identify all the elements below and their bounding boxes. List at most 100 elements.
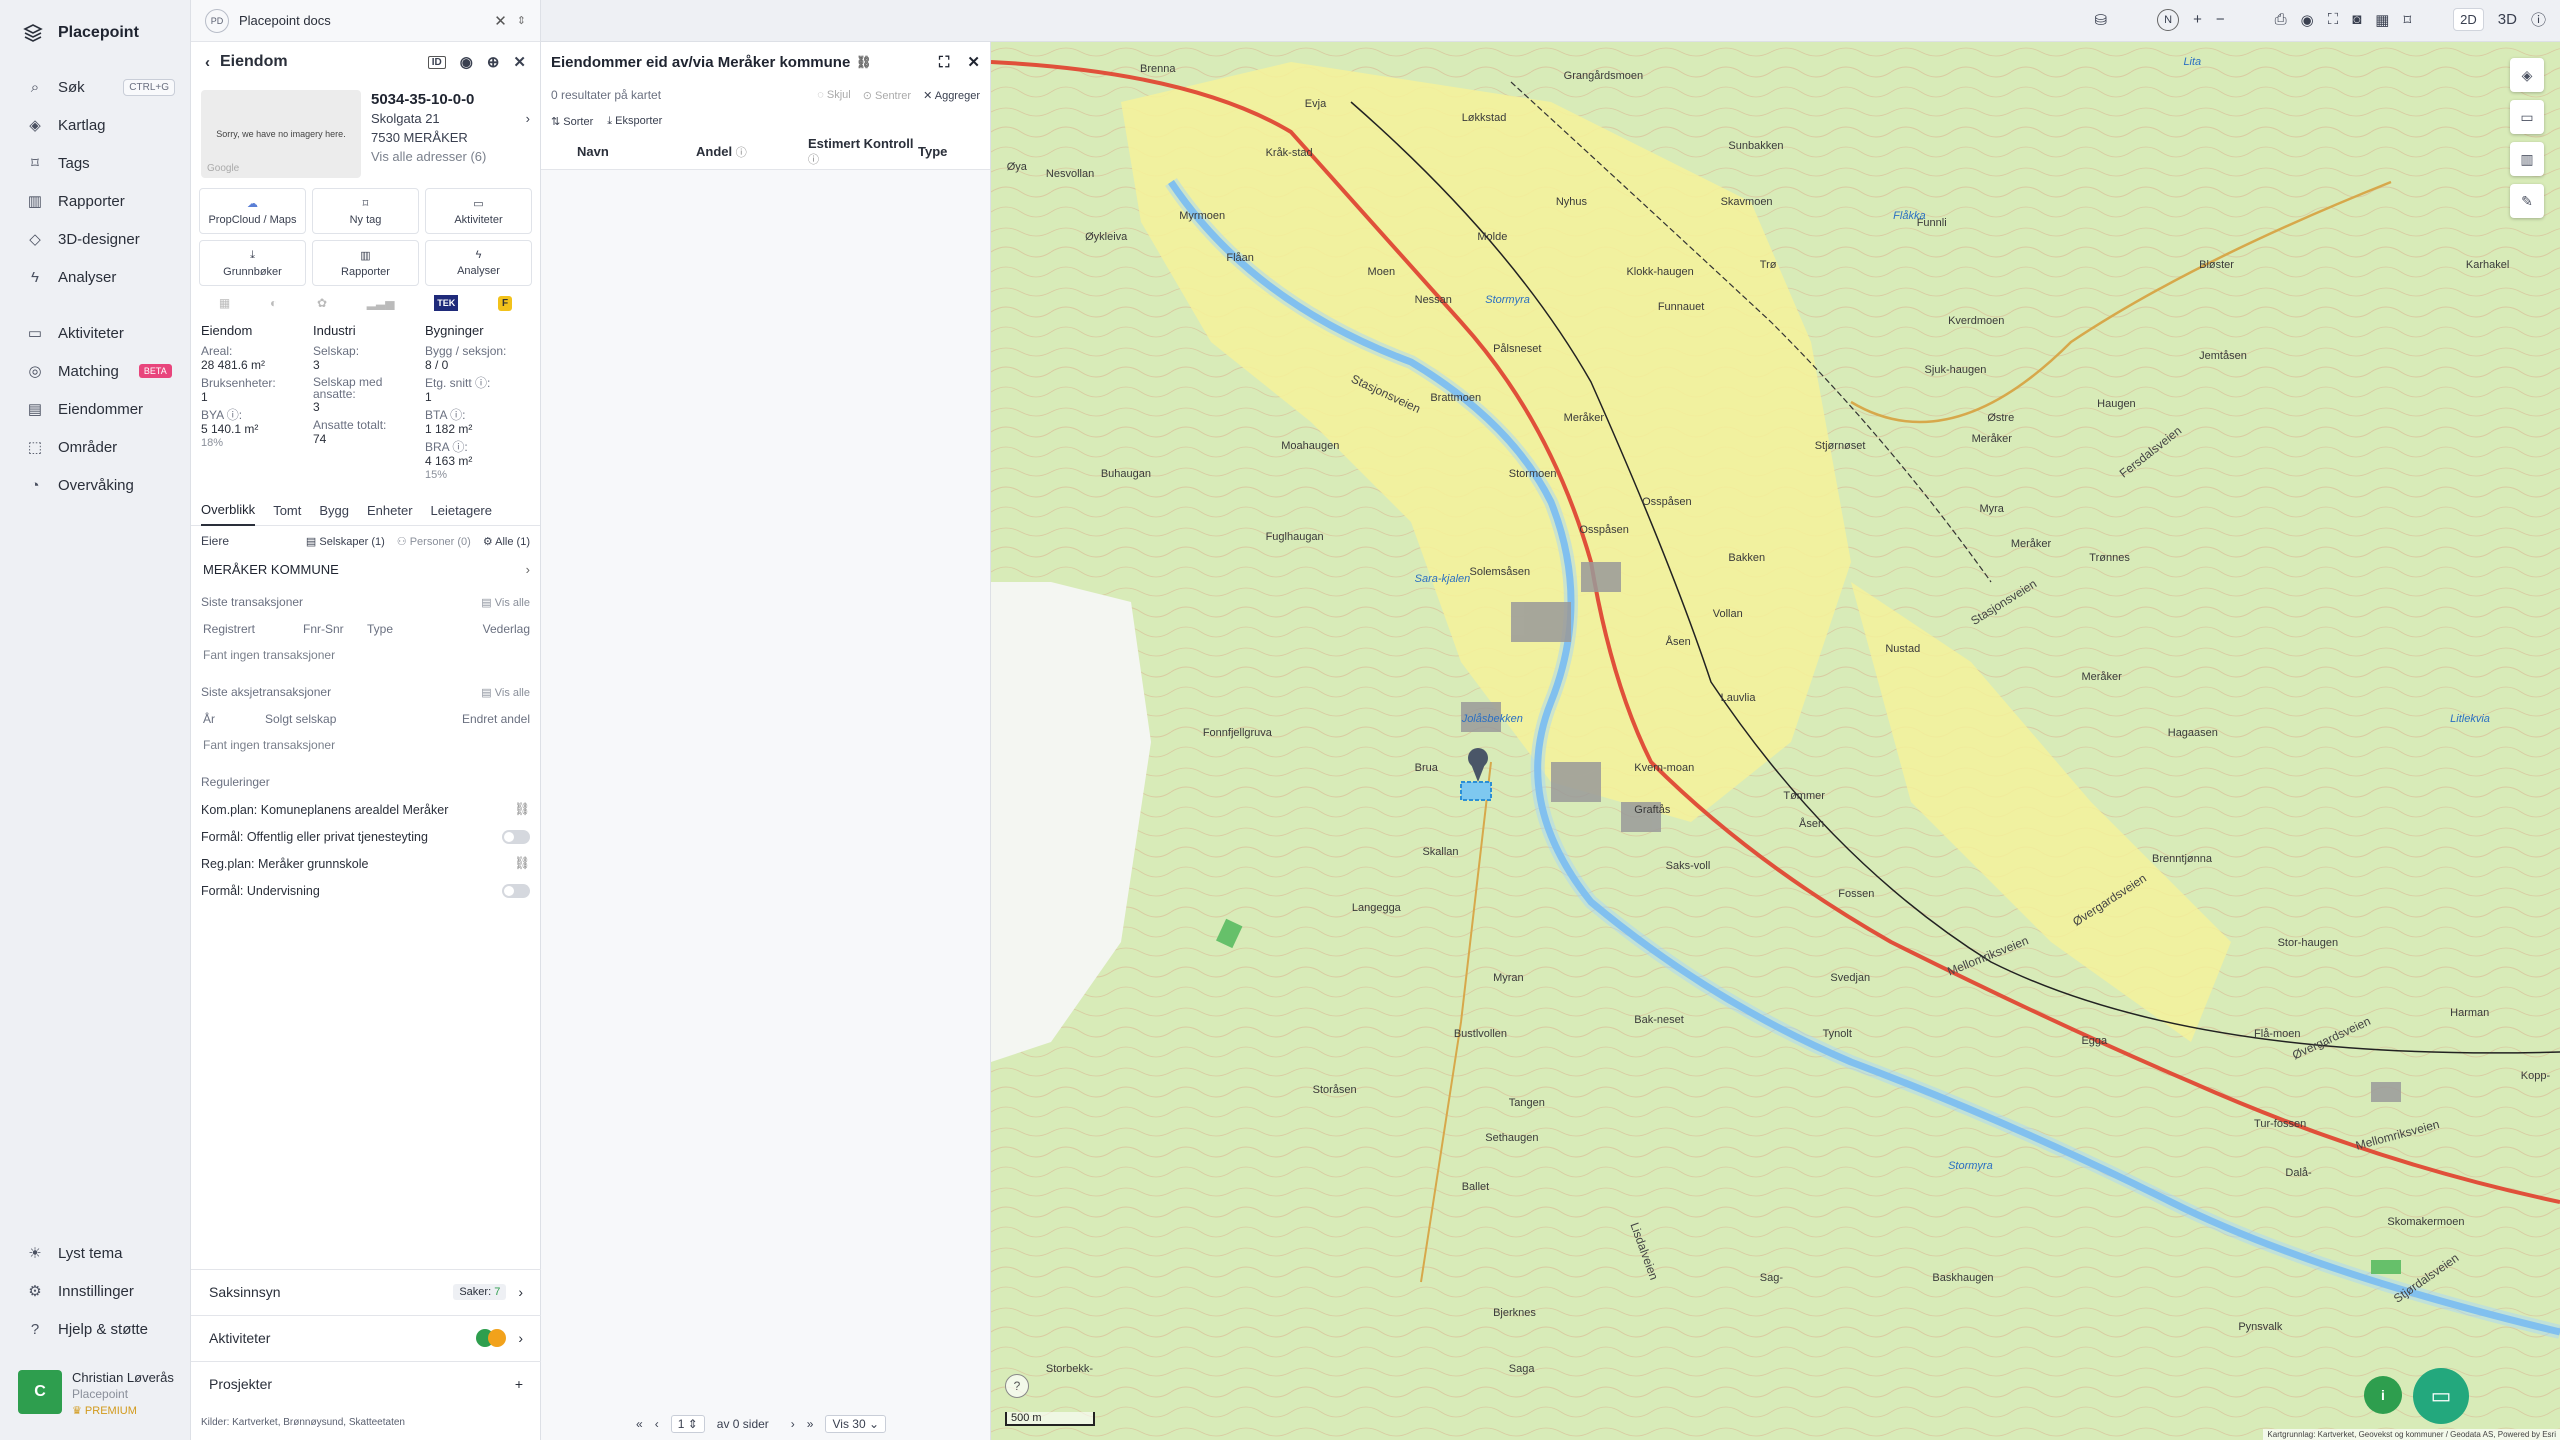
chevron-updown-icon[interactable]: ⇕ [517,14,526,27]
link-icon[interactable]: ⛓ [514,856,530,871]
expand-icon[interactable]: ⛶ [939,54,950,71]
filter-companies[interactable]: ▤ Selskaper (1) [306,535,385,548]
saksinnsyn-row[interactable]: Saksinnsyn Saker: 7 › [191,1269,541,1313]
prev-page-icon[interactable]: ‹ [655,1417,659,1431]
prosjekter-row[interactable]: Prosjekter + [191,1361,541,1405]
propcloud-button[interactable]: ☁ PropCloud / Maps [199,188,306,234]
hide-button[interactable]: ◌ Skjul [817,89,850,101]
chat-button[interactable]: ▭ [2413,1368,2469,1424]
first-page-icon[interactable]: « [636,1417,643,1431]
mode-3d-button[interactable]: 3D [2498,11,2517,28]
grid-icon[interactable]: ▦ [2375,11,2389,29]
all-addresses-link[interactable]: Vis alle adresser (6) [371,147,530,166]
mode-2d-button[interactable]: 2D [2453,8,2484,31]
ny-tag-button[interactable]: ⌑ Ny tag [312,188,419,234]
regulation-row[interactable]: Formål: Undervisning [201,877,530,904]
export-button[interactable]: ⤓ Eksporter [607,115,662,128]
street-view-thumbnail[interactable]: Sorry, we have no imagery here. Google [201,90,361,178]
tek-logo[interactable]: TEK [434,295,459,311]
user-card[interactable]: C Christian Løverås Placepoint ♛ PREMIUM [18,1370,174,1417]
nav-item-theme[interactable]: ☀ Lyst tema [0,1234,191,1272]
see-all-link[interactable]: ▤ Vis alle [481,686,530,699]
column-header[interactable]: Navn [541,144,660,159]
id-card-icon[interactable]: ID [427,55,446,69]
map-ctrl-draw[interactable]: ✎ [2510,184,2544,218]
source-logo-4[interactable]: ▂▃▅ [367,296,395,310]
print-icon[interactable]: ⎙ [2275,11,2287,28]
add-icon[interactable]: ⊕ [487,53,500,71]
center-button[interactable]: ⊙ Sentrer [863,89,911,102]
fullscreen-icon[interactable]: ⛶ [2328,11,2339,28]
close-icon[interactable]: ✕ [494,12,507,30]
nav-item-overvaking[interactable]: ◔ Overvåking [0,466,191,504]
aktiviteter-button[interactable]: ▭ Aktiviteter [425,188,532,234]
nav-item-search[interactable]: ⌕ Søk CTRL+G [0,68,191,106]
tab-bygg[interactable]: Bygg [319,496,349,526]
sort-button[interactable]: ⇅ Sorter [551,115,593,128]
help-icon[interactable]: ? [1005,1374,1029,1398]
compass-icon[interactable]: N [2157,8,2180,31]
column-header[interactable]: Type [918,144,947,159]
map-ctrl-measure[interactable]: ▭ [2510,100,2544,134]
camera-icon[interactable]: ◙ [2352,11,2361,28]
nav-item-omrader[interactable]: ⬚ Områder [0,428,191,466]
map-ctrl-layers[interactable]: ◈ [2510,58,2544,92]
info-fab[interactable]: i [2364,1376,2402,1414]
nav-item-settings[interactable]: ⚙ Innstillinger [0,1272,191,1310]
map-canvas[interactable]: Brenna Evja Grangårdsmoen Løkkstad Sunbakken… [991,42,2560,1440]
close-icon[interactable]: ✕ [513,53,526,71]
nav-item-help[interactable]: ? Hjelp & støtte [0,1310,191,1348]
filter-persons[interactable]: ⚇ Personer (0) [397,535,471,548]
nav-item-matching[interactable]: ◎ Matching BETA [0,352,191,390]
bookmark-icon[interactable]: ⌑ [2403,11,2411,29]
regulation-toggle[interactable] [502,829,530,844]
close-icon[interactable]: ✕ [967,53,980,71]
grunnboker-button[interactable]: ⤓ Grunnbøker [199,240,306,286]
source-logo-2[interactable]: ◐ [270,296,277,310]
zoom-out-icon[interactable]: − [2216,11,2225,28]
nav-item-kartlag[interactable]: ◈ Kartlag [0,106,191,144]
nav-item-3d-designer[interactable]: ◇ 3D-designer [0,220,191,258]
next-page-icon[interactable]: › [791,1417,795,1431]
rapporter-button[interactable]: ▥ Rapporter [312,240,419,286]
layers-stack-icon[interactable]: ⛁ [2094,11,2107,29]
docs-title[interactable]: Placepoint docs [239,13,331,28]
nav-item-tags[interactable]: ⌑ Tags [0,144,191,182]
nav-item-rapporter[interactable]: ▥ Rapporter [0,182,191,220]
regulation-row[interactable]: Formål: Offentlig eller privat tjenestey… [201,823,530,850]
column-header[interactable]: Estimert Kontroll ⓘ [778,136,918,167]
link-icon[interactable]: ⛓ [856,55,871,69]
regulation-row[interactable]: Kom.plan: Komuneplanens arealdel Meråker… [201,796,530,823]
last-page-icon[interactable]: » [807,1417,814,1431]
aktiviteter-row[interactable]: Aktiviteter › [191,1315,541,1359]
tab-tomt[interactable]: Tomt [273,496,301,526]
eye-icon[interactable]: ◉ [460,53,473,71]
tab-overblikk[interactable]: Overblikk [201,496,256,526]
aggregate-button[interactable]: ✕ Aggreger [923,89,980,102]
analyser-button[interactable]: ϟ Analyser [425,240,532,286]
filter-all[interactable]: ⚙ Alle (1) [483,535,530,548]
link-icon[interactable]: ⛓ [514,802,530,817]
column-header[interactable]: Andel ⓘ [660,144,778,160]
map-ctrl-chart[interactable]: ▥ [2510,142,2544,176]
back-icon[interactable]: ‹ [205,54,210,71]
source-logo-3[interactable]: ✿ [317,296,327,310]
zoom-in-icon[interactable]: + [2193,11,2202,28]
source-logo-1[interactable]: ▦ [219,296,230,310]
tab-leietagere[interactable]: Leietagere [431,496,492,526]
brand[interactable]: Placepoint [22,22,139,44]
nav-item-aktiviteter[interactable]: ▭ Aktiviteter [0,314,191,352]
regulation-toggle[interactable] [502,883,530,898]
tab-enheter[interactable]: Enheter [367,496,413,526]
f-logo[interactable]: F [497,295,513,311]
owner-row[interactable]: MERÅKER KOMMUNE › [201,554,530,584]
see-all-link[interactable]: ▤ Vis alle [481,596,530,609]
chevron-right-icon[interactable]: › [526,109,530,128]
nav-item-analyser[interactable]: ϟ Analyser [0,258,191,296]
plus-icon[interactable]: + [515,1376,523,1392]
eye-icon[interactable]: ◉ [2301,11,2314,29]
regulation-row[interactable]: Reg.plan: Meråker grunnskole ⛓ [201,850,530,877]
info-icon[interactable]: ⓘ [2531,9,2546,30]
nav-item-eiendommer[interactable]: ▤ Eiendommer [0,390,191,428]
page-input[interactable]: 1 ⇕ [670,1415,705,1433]
